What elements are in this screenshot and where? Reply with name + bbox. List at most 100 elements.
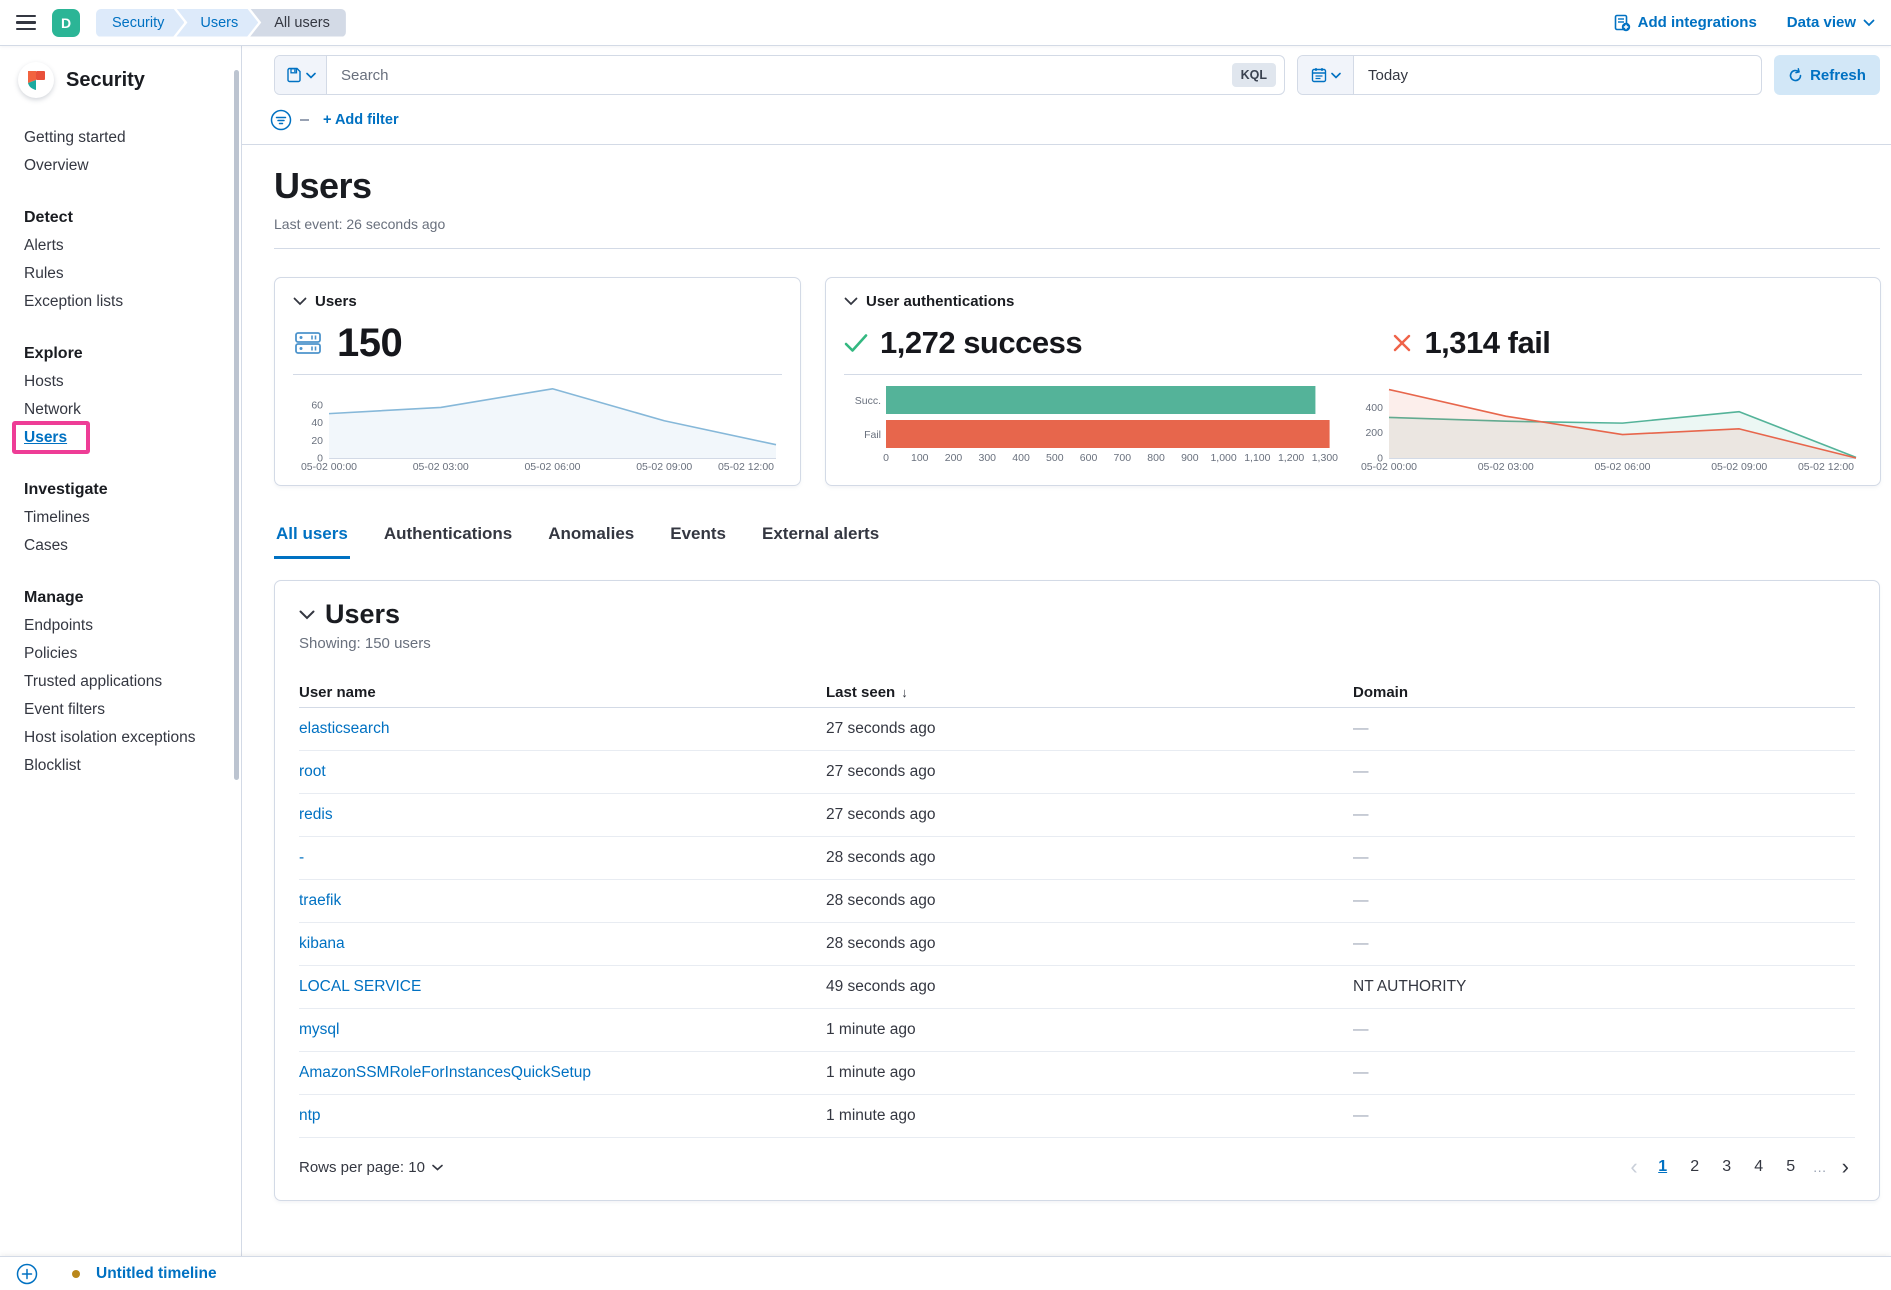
security-sidebar: Security Getting started Overview Detect…	[0, 46, 242, 1256]
plus-circle-icon[interactable]	[16, 1263, 38, 1285]
users-count: 150	[337, 321, 402, 366]
user-name-link[interactable]: elasticsearch	[299, 720, 389, 737]
app-root: D Security Users All users Add integrati…	[0, 0, 1891, 1290]
chevron-down-icon	[293, 297, 307, 306]
users-kpi-header[interactable]: Users	[293, 290, 782, 312]
data-view-label: Data view	[1787, 14, 1856, 31]
divider	[844, 374, 1862, 375]
data-view-button[interactable]: Data view	[1787, 14, 1875, 31]
page-button-5[interactable]: 5	[1778, 1154, 1804, 1180]
calendar-button[interactable]	[1298, 56, 1354, 94]
user-name-link[interactable]: AmazonSSMRoleForInstancesQuickSetup	[299, 1064, 591, 1081]
sidebar-item-event-filters[interactable]: Event filters	[0, 696, 241, 724]
svg-text:1,300: 1,300	[1312, 452, 1338, 464]
sidebar-item-blocklist[interactable]: Blocklist	[0, 752, 241, 780]
menu-icon[interactable]	[16, 15, 36, 31]
pagination: ‹ 1 2 3 4 5 … ›	[1624, 1154, 1855, 1180]
last-event-text: Last event: 26 seconds ago	[274, 216, 1880, 232]
table-row: kibana28 seconds ago—	[299, 923, 1855, 966]
sidebar-item-hosts[interactable]: Hosts	[0, 368, 241, 396]
svg-text:400: 400	[1012, 452, 1030, 464]
sidebar-heading-explore: Explore	[0, 340, 241, 368]
user-name-link[interactable]: root	[299, 763, 326, 780]
chevron-down-icon	[299, 610, 315, 620]
saved-query-menu-button[interactable]	[275, 56, 327, 94]
prev-page-button[interactable]: ‹	[1624, 1156, 1643, 1178]
sidebar-item-rules[interactable]: Rules	[0, 260, 241, 288]
column-header-last-seen[interactable]: Last seen ↓	[826, 684, 1353, 701]
sidebar-item-overview[interactable]: Overview	[0, 152, 241, 180]
tab-all-users[interactable]: All users	[274, 524, 350, 559]
sidebar-scrollbar[interactable]	[234, 70, 239, 780]
filter-icon[interactable]	[270, 109, 292, 131]
tab-authentications[interactable]: Authentications	[382, 524, 514, 559]
search-bar: KQL	[274, 55, 1285, 95]
users-panel-subtitle: Showing: 150 users	[299, 635, 1855, 652]
sidebar-item-users[interactable]: Users	[0, 424, 241, 452]
table-row: elasticsearch27 seconds ago—	[299, 708, 1855, 751]
user-name-link[interactable]: traefik	[299, 892, 341, 909]
column-header-domain[interactable]: Domain	[1353, 684, 1855, 701]
auth-fail-stat: 1,314 fail	[1392, 325, 1550, 361]
untitled-timeline-button[interactable]: Untitled timeline	[96, 1265, 217, 1283]
table-row: AmazonSSMRoleForInstancesQuickSetup1 min…	[299, 1052, 1855, 1095]
avatar[interactable]: D	[52, 9, 80, 37]
sidebar-heading-manage: Manage	[0, 584, 241, 612]
sidebar-group-detect: Detect Alerts Rules Exception lists	[0, 204, 241, 316]
chevron-down-icon	[844, 297, 858, 306]
add-integrations-button[interactable]: Add integrations	[1613, 14, 1757, 32]
svg-text:Fail: Fail	[864, 429, 881, 441]
user-name-link[interactable]: ntp	[299, 1107, 321, 1124]
next-page-button[interactable]: ›	[1836, 1156, 1855, 1178]
rows-per-page-button[interactable]: Rows per page: 10	[299, 1159, 443, 1176]
sidebar-item-getting-started[interactable]: Getting started	[0, 124, 241, 152]
divider	[274, 248, 1880, 249]
page-button-4[interactable]: 4	[1746, 1154, 1772, 1180]
user-name-link[interactable]: LOCAL SERVICE	[299, 978, 421, 995]
filter-dash	[300, 119, 309, 121]
user-name-link[interactable]: mysql	[299, 1021, 339, 1038]
tab-events[interactable]: Events	[668, 524, 728, 559]
svg-text:300: 300	[979, 452, 997, 464]
svg-text:700: 700	[1114, 452, 1132, 464]
sidebar-item-endpoints[interactable]: Endpoints	[0, 612, 241, 640]
tab-anomalies[interactable]: Anomalies	[546, 524, 636, 559]
sidebar-item-policies[interactable]: Policies	[0, 640, 241, 668]
page-button-1[interactable]: 1	[1650, 1154, 1676, 1180]
add-filter-button[interactable]: + Add filter	[323, 112, 399, 128]
sidebar-item-exception-lists[interactable]: Exception lists	[0, 288, 241, 316]
elastic-security-logo-icon	[18, 62, 54, 98]
auth-kpi-card: User authentications 1,272 success 1,314…	[825, 277, 1881, 486]
sidebar-item-trusted-applications[interactable]: Trusted applications	[0, 668, 241, 696]
refresh-button[interactable]: Refresh	[1774, 55, 1880, 95]
date-range-value[interactable]: Today	[1354, 67, 1422, 84]
users-panel-header[interactable]: Users	[299, 599, 1855, 630]
page-button-3[interactable]: 3	[1714, 1154, 1740, 1180]
svg-text:1,200: 1,200	[1278, 452, 1304, 464]
sidebar-item-network[interactable]: Network	[0, 396, 241, 424]
user-name-link[interactable]: -	[299, 849, 304, 866]
svg-text:05-02 03:00: 05-02 03:00	[1478, 461, 1534, 473]
auth-kpi-header[interactable]: User authentications	[844, 290, 1862, 312]
user-name-link[interactable]: kibana	[299, 935, 345, 952]
breadcrumb-security[interactable]: Security	[96, 9, 184, 37]
auth-success-count: 1,272 success	[880, 325, 1082, 361]
sidebar-item-cases[interactable]: Cases	[0, 532, 241, 560]
breadcrumb-users[interactable]: Users	[176, 9, 258, 37]
kql-badge[interactable]: KQL	[1232, 63, 1276, 87]
sidebar-item-alerts[interactable]: Alerts	[0, 232, 241, 260]
storage-icon	[293, 328, 323, 358]
search-input[interactable]	[327, 67, 1232, 84]
column-header-user-name[interactable]: User name	[299, 684, 826, 701]
sidebar-item-host-isolation-exceptions[interactable]: Host isolation exceptions	[0, 724, 241, 752]
auth-success-stat: 1,272 success	[844, 325, 1378, 361]
page-button-2[interactable]: 2	[1682, 1154, 1708, 1180]
sidebar-group-manage: Manage Endpoints Policies Trusted applic…	[0, 584, 241, 780]
svg-text:60: 60	[311, 399, 323, 411]
timeline-status-dot	[72, 1270, 80, 1278]
table-row: -28 seconds ago—	[299, 837, 1855, 880]
sidebar-item-timelines[interactable]: Timelines	[0, 504, 241, 532]
user-name-link[interactable]: redis	[299, 806, 333, 823]
svg-text:05-02 09:00: 05-02 09:00	[1711, 461, 1767, 473]
tab-external-alerts[interactable]: External alerts	[760, 524, 881, 559]
